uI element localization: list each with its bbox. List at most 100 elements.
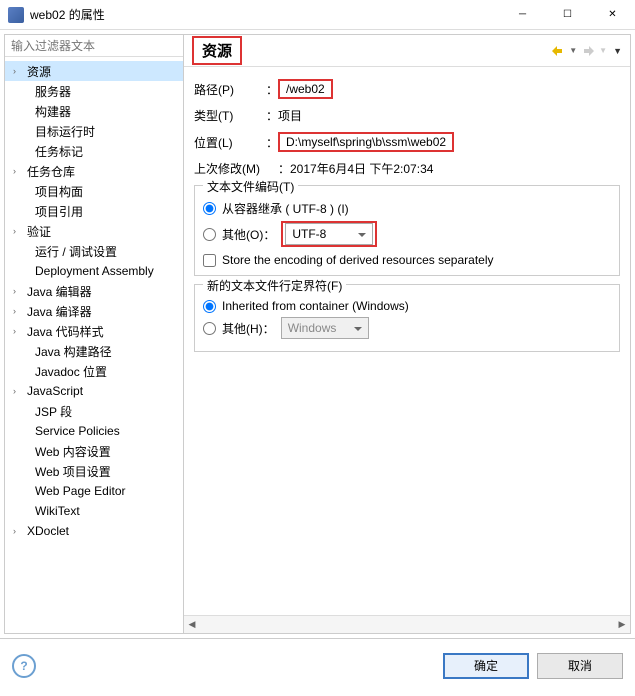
- delimiter-group: 新的文本文件行定界符(F) Inherited from container (…: [194, 284, 620, 352]
- ok-button[interactable]: 确定: [443, 653, 529, 679]
- tree-item[interactable]: 构建器: [5, 101, 183, 121]
- nav-back-button[interactable]: [549, 42, 567, 60]
- tree-item[interactable]: 任务标记: [5, 141, 183, 161]
- tree-item-label: Deployment Assembly: [33, 264, 154, 278]
- tree-item-label: WikiText: [33, 504, 80, 518]
- delimiter-combo: Windows: [281, 317, 369, 339]
- twisty-icon: ›: [13, 286, 25, 296]
- minimize-button[interactable]: ─: [500, 0, 545, 30]
- encoding-other-label: 其他(O): [222, 226, 263, 243]
- encoding-group: 文本文件编码(T) 从容器继承 ( UTF-8 ) (I) 其他(O) ： UT…: [194, 185, 620, 276]
- scroll-right-icon[interactable]: ▶: [614, 618, 630, 632]
- app-icon: [8, 7, 24, 23]
- tree-item[interactable]: 项目构面: [5, 181, 183, 201]
- delimiter-other-option[interactable]: 其他(H) ： Windows: [203, 317, 611, 339]
- delimiter-inherit-radio[interactable]: [203, 300, 216, 313]
- modified-value: 2017年6月4日 下午2:07:34: [290, 160, 433, 177]
- tree-item-label: Service Policies: [33, 424, 120, 438]
- twisty-icon: ›: [13, 66, 25, 76]
- path-label: 路径(P): [194, 81, 266, 98]
- type-row: 类型(T) ： 项目: [194, 107, 620, 124]
- cancel-button[interactable]: 取消: [537, 653, 623, 679]
- tree-item-label: Java 代码样式: [25, 323, 104, 340]
- tree-item[interactable]: ›Java 编辑器: [5, 281, 183, 301]
- type-value: 项目: [278, 107, 302, 124]
- twisty-icon: ›: [13, 386, 25, 396]
- close-button[interactable]: ✕: [590, 0, 635, 30]
- menu-dropdown-icon[interactable]: ▼: [613, 46, 622, 56]
- twisty-icon: ›: [13, 526, 25, 536]
- tree-item[interactable]: Javadoc 位置: [5, 361, 183, 381]
- location-value: D:\myself\spring\b\ssm\web02: [278, 132, 454, 152]
- tree-item-label: Web 内容设置: [33, 443, 111, 460]
- encoding-inherit-radio[interactable]: [203, 202, 216, 215]
- tree-item[interactable]: ›XDoclet: [5, 521, 183, 541]
- tree-item-label: Web 项目设置: [33, 463, 111, 480]
- help-button[interactable]: ?: [12, 654, 36, 678]
- tree-item-label: Java 编辑器: [25, 283, 92, 300]
- sidebar: ›资源服务器构建器目标运行时任务标记›任务仓库项目构面项目引用›验证运行 / 调…: [4, 34, 184, 634]
- delimiter-inherit-option[interactable]: Inherited from container (Windows): [203, 299, 611, 313]
- tree-item[interactable]: ›Java 代码样式: [5, 321, 183, 341]
- location-label: 位置(L): [194, 134, 266, 151]
- tree-item[interactable]: ›资源: [5, 61, 183, 81]
- tree-item[interactable]: Web 项目设置: [5, 461, 183, 481]
- tree-item[interactable]: Web Page Editor: [5, 481, 183, 501]
- delimiter-other-label: 其他(H): [222, 320, 263, 337]
- tree-item-label: 目标运行时: [33, 123, 95, 140]
- store-encoding-checkbox[interactable]: [203, 254, 216, 267]
- twisty-icon: ›: [13, 166, 25, 176]
- scroll-left-icon[interactable]: ◀: [184, 618, 200, 632]
- main-body: 路径(P) ： /web02 类型(T) ： 项目 位置(L) ： D:\mys…: [184, 67, 630, 615]
- delimiter-inherit-label: Inherited from container (Windows): [222, 299, 409, 313]
- tree-item[interactable]: 目标运行时: [5, 121, 183, 141]
- tree-item[interactable]: WikiText: [5, 501, 183, 521]
- filter-input[interactable]: [5, 35, 183, 57]
- tree-item[interactable]: ›验证: [5, 221, 183, 241]
- store-encoding-label: Store the encoding of derived resources …: [222, 253, 494, 267]
- tree-item-label: 任务仓库: [25, 163, 75, 180]
- dropdown-icon[interactable]: ▼: [569, 46, 577, 55]
- tree-item[interactable]: Deployment Assembly: [5, 261, 183, 281]
- encoding-inherit-option[interactable]: 从容器继承 ( UTF-8 ) (I): [203, 200, 611, 217]
- tree-item[interactable]: 运行 / 调试设置: [5, 241, 183, 261]
- tree-item-label: 项目构面: [33, 183, 83, 200]
- path-row: 路径(P) ： /web02: [194, 79, 620, 99]
- nav-forward-button[interactable]: [579, 42, 597, 60]
- tree-item[interactable]: Service Policies: [5, 421, 183, 441]
- tree[interactable]: ›资源服务器构建器目标运行时任务标记›任务仓库项目构面项目引用›验证运行 / 调…: [5, 57, 183, 633]
- horizontal-scrollbar[interactable]: ◀ ▶: [184, 615, 630, 633]
- tree-item[interactable]: Java 构建路径: [5, 341, 183, 361]
- location-row: 位置(L) ： D:\myself\spring\b\ssm\web02: [194, 132, 620, 152]
- content: ›资源服务器构建器目标运行时任务标记›任务仓库项目构面项目引用›验证运行 / 调…: [0, 30, 635, 638]
- maximize-button[interactable]: ☐: [545, 0, 590, 30]
- footer: ? 确定 取消: [0, 638, 635, 692]
- encoding-group-title: 文本文件编码(T): [203, 178, 298, 195]
- encoding-other-option[interactable]: 其他(O) ： UTF-8: [203, 221, 611, 247]
- modified-label: 上次修改(M): [194, 160, 278, 177]
- tree-item-label: Web Page Editor: [33, 484, 126, 498]
- tree-item-label: 资源: [25, 63, 51, 80]
- type-label: 类型(T): [194, 107, 266, 124]
- delimiter-group-title: 新的文本文件行定界符(F): [203, 277, 346, 294]
- tree-item[interactable]: ›任务仓库: [5, 161, 183, 181]
- tree-item[interactable]: Web 内容设置: [5, 441, 183, 461]
- encoding-combo[interactable]: UTF-8: [285, 223, 373, 245]
- window-title: web02 的属性: [30, 6, 500, 23]
- tree-item[interactable]: ›JavaScript: [5, 381, 183, 401]
- dropdown-icon[interactable]: ▼: [599, 46, 607, 55]
- twisty-icon: ›: [13, 326, 25, 336]
- tree-item[interactable]: ›Java 编译器: [5, 301, 183, 321]
- main-panel: 资源 ▼ ▼ ▼ 路径(P) ： /web02 类型(T) ： 项目 位置(L)…: [184, 34, 631, 634]
- encoding-other-radio[interactable]: [203, 228, 216, 241]
- delimiter-other-radio[interactable]: [203, 322, 216, 335]
- tree-item[interactable]: 服务器: [5, 81, 183, 101]
- tree-item-label: 任务标记: [33, 143, 83, 160]
- tree-item[interactable]: 项目引用: [5, 201, 183, 221]
- tree-item-label: 构建器: [33, 103, 71, 120]
- tree-item[interactable]: JSP 段: [5, 401, 183, 421]
- tree-item-label: Javadoc 位置: [33, 363, 107, 380]
- tree-item-label: 运行 / 调试设置: [33, 243, 117, 260]
- encoding-inherit-label: 从容器继承 ( UTF-8 ) (I): [222, 200, 349, 217]
- store-encoding-row[interactable]: Store the encoding of derived resources …: [203, 253, 611, 267]
